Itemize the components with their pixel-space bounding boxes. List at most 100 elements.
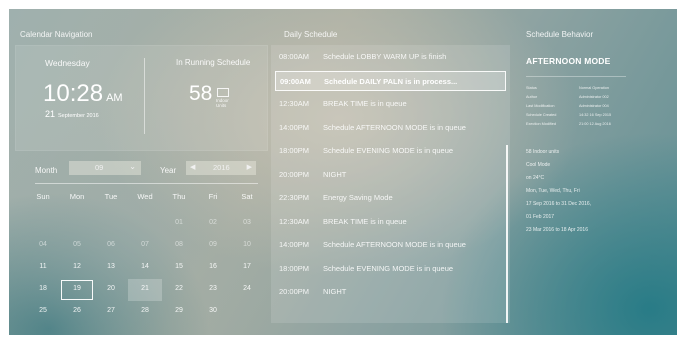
indoor-unit-icon	[217, 88, 229, 97]
year-stepper[interactable]: ◀ 2016 ▶	[186, 161, 256, 175]
calendar-day[interactable]: 19	[60, 279, 94, 301]
calendar-day[interactable]: 24	[230, 279, 264, 301]
schedule-item[interactable]: 20:00PM NIGHT	[279, 165, 505, 185]
schedule-item-text: Schedule EVENING MODE is in queue	[323, 263, 454, 273]
calendar-day[interactable]: 12	[60, 257, 94, 279]
calendar-day[interactable]: 01	[162, 213, 196, 235]
calendar-day-label: 25	[39, 307, 47, 314]
calendar-day[interactable]: 16	[196, 257, 230, 279]
weekday-header-label: Sun	[36, 192, 50, 201]
schedule-item[interactable]: 18:00PM Schedule EVENING MODE is in queue	[279, 141, 505, 161]
behavior-field-value: Normal Operation	[579, 86, 609, 90]
weekday-header-label: Fri	[208, 192, 218, 201]
behavior-field-value: Administrator 004	[579, 104, 609, 108]
calendar-grid: Sun Mon Tue Wed Thu Fri Sat 01 02 03 04 05 06 07 08 09 1…	[26, 191, 264, 323]
month-select[interactable]: 09 ⌄	[69, 161, 141, 175]
schedule-item-time: 14:00PM	[279, 122, 310, 132]
calendar-day-label: 11	[39, 263, 47, 270]
schedule-item-text: NIGHT	[323, 169, 347, 179]
calendar-day-label: 03	[243, 219, 251, 226]
running-unit-count: 58	[189, 82, 213, 105]
calendar-day-label: 05	[73, 241, 81, 248]
schedule-item-active[interactable]: 09:00AM Schedule DAILY PALN is in process…	[275, 70, 506, 91]
weekday-header: Sat	[230, 191, 264, 213]
calendar-day-label: 29	[175, 307, 183, 314]
calendar-day[interactable]: 23	[196, 279, 230, 301]
behavior-field-value: Administrator 002	[579, 95, 609, 99]
behavior-field-key: Status	[526, 86, 537, 90]
calendar-navigation-title: Calendar Navigation	[20, 30, 93, 39]
calendar-day[interactable]: 30	[196, 301, 230, 323]
schedule-item-time: 12:30AM	[279, 99, 310, 108]
calendar-day[interactable]: 14	[128, 257, 162, 279]
calendar-day[interactable]: 05	[60, 235, 94, 257]
schedule-item[interactable]: 08:00AM Schedule LOBBY WARM UP is finish	[279, 47, 505, 67]
calendar-day[interactable]: 06	[94, 235, 128, 257]
behavior-field: Last Modification Administrator 004	[526, 104, 626, 110]
current-date: 21 September 2016	[45, 109, 99, 119]
calendar-day-label: 20	[107, 285, 115, 292]
calendar-day[interactable]: 26	[60, 301, 94, 323]
calendar-day-label: 12	[73, 263, 81, 270]
calendar-day[interactable]: 04	[26, 235, 60, 257]
schedule-item[interactable]: 14:00PM Schedule AFTERNOON MODE is in que…	[279, 118, 505, 138]
schedule-item[interactable]: 20:00PM NIGHT	[279, 282, 505, 302]
behavior-field-key: Last Modification	[526, 104, 555, 108]
calendar-day[interactable]: 15	[162, 257, 196, 279]
previous-year-icon[interactable]: ◀	[190, 163, 195, 171]
calendar-day[interactable]: 10	[230, 235, 264, 257]
calendar-day[interactable]: 25	[26, 301, 60, 323]
calendar-day[interactable]: 22	[162, 279, 196, 301]
behavior-detail: 01 Feb 2017	[526, 214, 555, 220]
calendar-day[interactable]: 08	[162, 235, 196, 257]
schedule-item[interactable]: 14:00PM Schedule AFTERNOON MODE is in que…	[279, 235, 505, 255]
current-time-panel: Wednesday 10:28 AM 21 September 2016 In Ru…	[15, 45, 268, 151]
schedule-item-time: 18:00PM	[279, 146, 310, 155]
schedule-item-time: 08:00AM	[279, 52, 310, 61]
calendar-empty-cell	[94, 213, 128, 235]
calendar-day[interactable]: 20	[94, 279, 128, 301]
behavior-field: Schedule Created 14:32 16 Sep 2015	[526, 113, 626, 119]
schedule-item[interactable]: 12:30AM BREAK TIME is in queue	[279, 212, 505, 232]
schedule-item[interactable]: 18:00PM Schedule EVENING MODE is in queue	[279, 259, 505, 279]
calendar-week-row: 25 26 27 28 29 30	[26, 301, 264, 323]
behavior-detail: 17 Sep 2016 to 31 Dec 2016,	[526, 201, 592, 207]
weekday-header: Thu	[162, 191, 196, 213]
weekday-header-label: Sat	[241, 192, 253, 201]
behavior-mode-name: AFTERNOON MODE	[526, 56, 611, 66]
calendar-day[interactable]: 28	[128, 301, 162, 323]
calendar-day[interactable]: 02	[196, 213, 230, 235]
chevron-down-icon: ⌄	[129, 162, 136, 171]
calendar-day[interactable]: 11	[26, 257, 60, 279]
clock-time: 10:28	[43, 80, 104, 107]
calendar-day[interactable]: 09	[196, 235, 230, 257]
calendar-day[interactable]: 17	[230, 257, 264, 279]
calendar-day-label: 01	[175, 219, 183, 226]
schedule-item-text: Schedule DAILY PALN is in process...	[324, 76, 458, 86]
running-schedule-label: In Running Schedule	[176, 58, 251, 67]
schedule-scrollbar[interactable]	[506, 145, 508, 323]
calendar-day[interactable]: 03	[230, 213, 264, 235]
calendar-day[interactable]: 21	[128, 279, 162, 301]
schedule-item[interactable]: 12:30AM BREAK TIME is in queue	[279, 94, 505, 114]
calendar-day-label: 24	[243, 285, 251, 292]
calendar-day[interactable]: 13	[94, 257, 128, 279]
schedule-behavior-title: Schedule Behavior	[526, 30, 594, 39]
calendar-day[interactable]: 18	[26, 279, 60, 301]
calendar-day[interactable]: 07	[128, 235, 162, 257]
calendar-day[interactable]: 29	[162, 301, 196, 323]
calendar-day-label: 15	[175, 263, 183, 270]
next-year-icon[interactable]: ▶	[247, 163, 252, 171]
calendar-day-label: 30	[209, 307, 217, 314]
calendar-day[interactable]: 27	[94, 301, 128, 323]
calendar-day-label: 27	[107, 307, 115, 314]
calendar-day-label: 04	[39, 241, 47, 248]
schedule-item-time: 22:30PM	[279, 193, 310, 202]
weekday-header-label: Tue	[104, 192, 118, 201]
behavior-field: Status Normal Operation	[526, 86, 626, 92]
schedule-item-text: Schedule AFTERNOON MODE is in queue	[323, 122, 466, 132]
schedule-item-text: BREAK TIME is in queue	[323, 216, 407, 226]
schedule-item[interactable]: 22:30PM Energy Saving Mode	[279, 188, 505, 208]
panel-divider	[144, 58, 145, 134]
calendar-day-label: 09	[209, 241, 217, 248]
